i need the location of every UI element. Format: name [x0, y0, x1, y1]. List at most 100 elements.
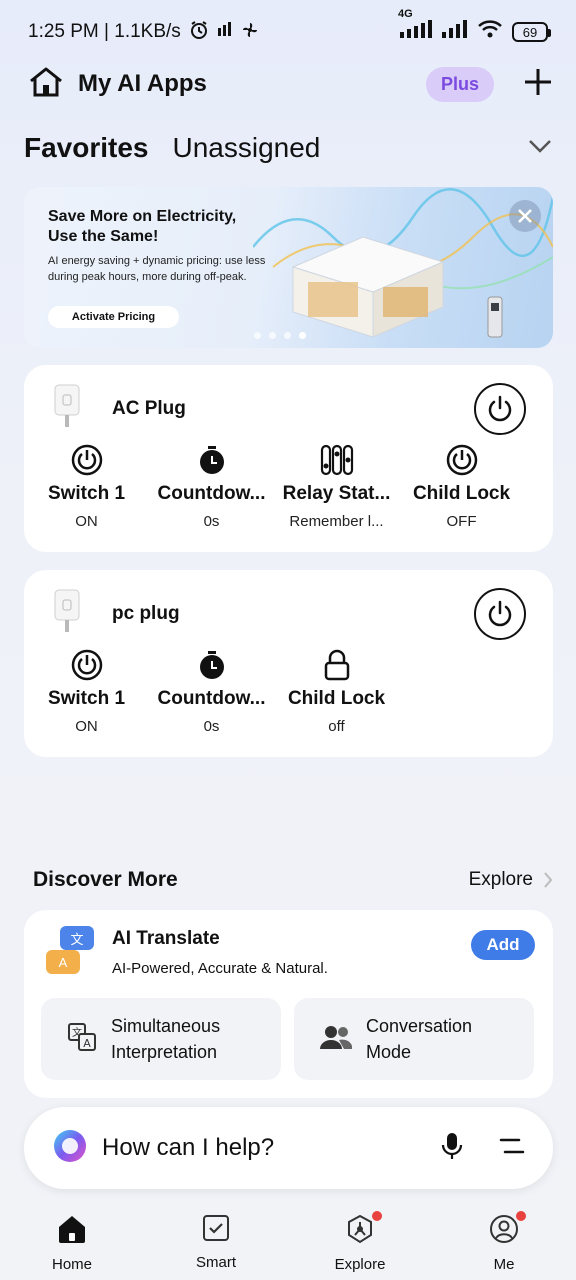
mode-label-line1: Simultaneous	[111, 1016, 221, 1036]
function-value: OFF	[446, 513, 477, 530]
function-value: ON	[75, 513, 98, 530]
banner-pagination	[254, 332, 306, 339]
smart-plug-icon	[52, 588, 82, 639]
tab-unassigned[interactable]: Unassigned	[173, 132, 321, 164]
banner-house-illustration	[253, 188, 553, 338]
function-label: Switch 1	[47, 688, 126, 709]
power-toggle-button[interactable]	[474, 588, 526, 640]
function-countdown[interactable]: Countdow... 0s	[149, 443, 274, 530]
function-label: Countdow...	[157, 483, 266, 504]
power-icon	[446, 443, 478, 477]
header-left: My AI Apps	[28, 66, 207, 103]
home-outline-icon[interactable]	[28, 66, 64, 103]
activate-pricing-button[interactable]: Activate Pricing	[48, 306, 179, 328]
microphone-icon[interactable]	[441, 1132, 463, 1165]
page-title[interactable]: My AI Apps	[78, 70, 207, 98]
close-icon[interactable]	[509, 200, 541, 232]
ai-orb-icon	[52, 1128, 88, 1169]
assistant-prompt[interactable]: How can I help?	[102, 1134, 441, 1162]
device-card-ac-plug[interactable]: AC Plug Switch 1 ON Countdow... 0s Relay…	[24, 365, 553, 552]
nav-explore[interactable]: Explore	[310, 1211, 410, 1273]
banner-dot-active[interactable]	[299, 332, 306, 339]
function-value: 0s	[203, 513, 220, 530]
function-value: 0s	[203, 718, 220, 735]
function-label: Child Lock	[412, 483, 511, 504]
device-name: pc plug	[112, 602, 180, 624]
function-switch-1[interactable]: Switch 1 ON	[24, 443, 149, 530]
banner-dot[interactable]	[269, 332, 276, 339]
status-time: 1:25 PM | 1.1KB/s	[28, 21, 181, 42]
device-functions: Switch 1 ON Countdow... 0s Relay Stat...…	[24, 443, 524, 530]
simultaneous-interpretation-button[interactable]: 文A Simultaneous Interpretation	[41, 998, 281, 1080]
banner-title-line1: Save More on Electricity,	[48, 208, 237, 225]
function-value: off	[328, 718, 345, 735]
translate-icon: 文A	[67, 1022, 97, 1057]
function-label: Child Lock	[287, 688, 386, 709]
device-name: AC Plug	[112, 397, 186, 419]
discover-header: Discover More Explore	[33, 864, 553, 896]
function-label: Countdow...	[157, 688, 266, 709]
network-type: 4G	[398, 8, 413, 20]
app-header: My AI Apps Plus	[28, 62, 552, 106]
banner-dot[interactable]	[284, 332, 291, 339]
translate-app-icon: 文 A	[46, 924, 96, 974]
assistant-bar[interactable]: How can I help?	[24, 1107, 553, 1189]
ai-translate-card[interactable]: 文 A AI Translate AI-Powered, Accurate & …	[24, 910, 553, 1098]
promo-banner[interactable]: Save More on Electricity, Use the Same! …	[24, 187, 553, 348]
device-card-pc-plug[interactable]: pc plug Switch 1 ON Countdow... 0s Child…	[24, 570, 553, 757]
nav-home[interactable]: Home	[22, 1214, 122, 1273]
function-child-lock[interactable]: Child Lock off	[274, 648, 399, 735]
tab-favorites[interactable]: Favorites	[24, 132, 149, 164]
svg-text:A: A	[83, 1037, 91, 1050]
device-functions: Switch 1 ON Countdow... 0s Child Lock of…	[24, 648, 524, 735]
device-header: AC Plug	[52, 383, 186, 434]
function-switch-1[interactable]: Switch 1 ON	[24, 648, 149, 735]
banner-dot[interactable]	[254, 332, 261, 339]
explore-link[interactable]: Explore	[469, 869, 553, 891]
notification-badge	[372, 1211, 382, 1221]
status-left: 1:25 PM | 1.1KB/s	[28, 20, 259, 44]
mode-label-line1: Conversation	[366, 1016, 473, 1036]
conversation-mode-button[interactable]: Conversation Mode	[294, 998, 534, 1080]
function-label: Relay Stat...	[282, 483, 391, 504]
relay-icon	[320, 443, 354, 477]
notification-badge	[516, 1211, 526, 1221]
function-child-lock[interactable]: Child Lock OFF	[399, 443, 524, 530]
timer-icon	[198, 648, 226, 682]
header-right: Plus	[425, 66, 552, 102]
nav-smart[interactable]: Smart	[166, 1214, 266, 1271]
home-icon	[57, 1214, 87, 1249]
add-button[interactable]: Add	[471, 930, 535, 960]
explore-label: Explore	[468, 869, 533, 890]
function-countdown[interactable]: Countdow... 0s	[149, 648, 274, 735]
function-value: Remember l...	[289, 513, 384, 530]
wifi-icon	[478, 20, 502, 44]
banner-title-line2: Use the Same!	[48, 228, 159, 245]
mode-label-line2: Mode	[366, 1042, 412, 1062]
nav-label: Me	[493, 1256, 515, 1273]
cell-signal-1-icon: 4G	[398, 8, 432, 44]
profile-icon	[489, 1214, 519, 1249]
banner-text: Save More on Electricity, Use the Same! …	[48, 207, 268, 285]
nav-label: Home	[51, 1256, 92, 1273]
function-relay-status[interactable]: Relay Stat... Remember l...	[274, 443, 399, 530]
function-value: ON	[75, 718, 98, 735]
mode-label: Conversation Mode	[366, 1013, 472, 1065]
banner-description: AI energy saving + dynamic pricing: use …	[48, 255, 266, 283]
chevron-down-icon[interactable]	[528, 139, 552, 158]
fan-icon	[241, 21, 259, 43]
chevron-right-icon	[544, 872, 553, 888]
plus-button[interactable]: Plus	[425, 66, 494, 102]
assistant-actions	[441, 1132, 525, 1165]
translate-title: AI Translate	[112, 928, 220, 949]
checkbox-icon	[202, 1214, 230, 1247]
menu-lines-icon[interactable]	[499, 1137, 525, 1160]
timer-icon	[198, 443, 226, 477]
nav-label: Explore	[334, 1256, 386, 1273]
power-toggle-button[interactable]	[474, 383, 526, 435]
translate-glyph-en: A	[46, 950, 80, 974]
add-icon[interactable]	[524, 68, 552, 101]
nav-me[interactable]: Me	[454, 1211, 554, 1273]
people-icon	[320, 1024, 353, 1055]
translate-subtitle: AI-Powered, Accurate & Natural.	[112, 960, 328, 977]
